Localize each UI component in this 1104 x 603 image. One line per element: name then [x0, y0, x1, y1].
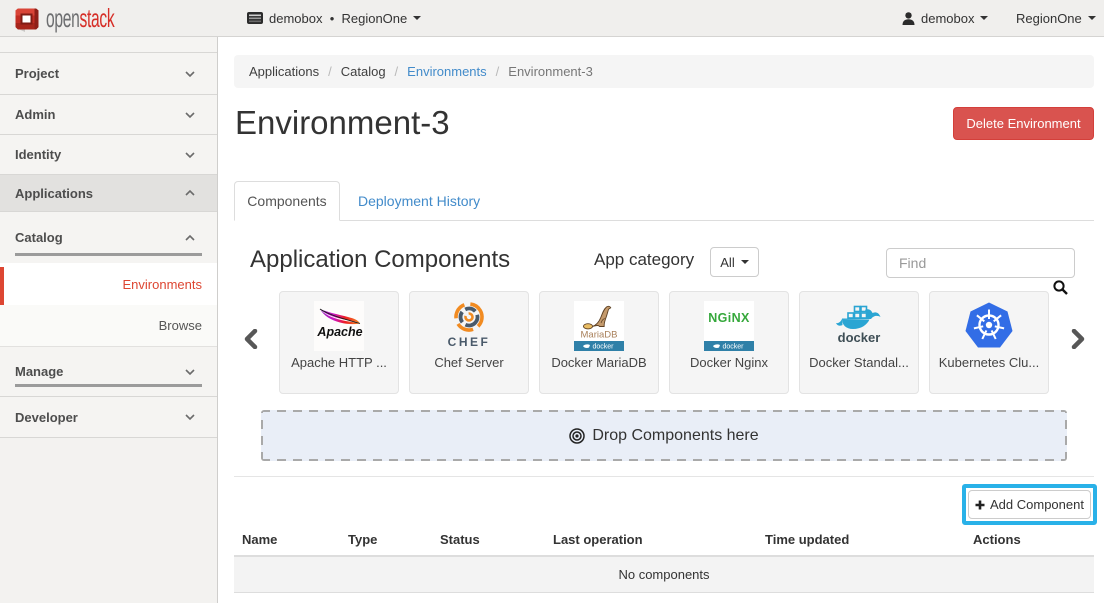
svg-text:CHEF: CHEF	[448, 335, 491, 349]
svg-text:MariaDB: MariaDB	[581, 330, 618, 341]
svg-text:docker: docker	[838, 330, 881, 345]
svg-text:Apache: Apache	[316, 325, 362, 339]
svg-text:docker: docker	[592, 344, 614, 351]
svg-text:docker: docker	[722, 344, 744, 351]
svg-text:NGiNX: NGiNX	[708, 311, 750, 325]
